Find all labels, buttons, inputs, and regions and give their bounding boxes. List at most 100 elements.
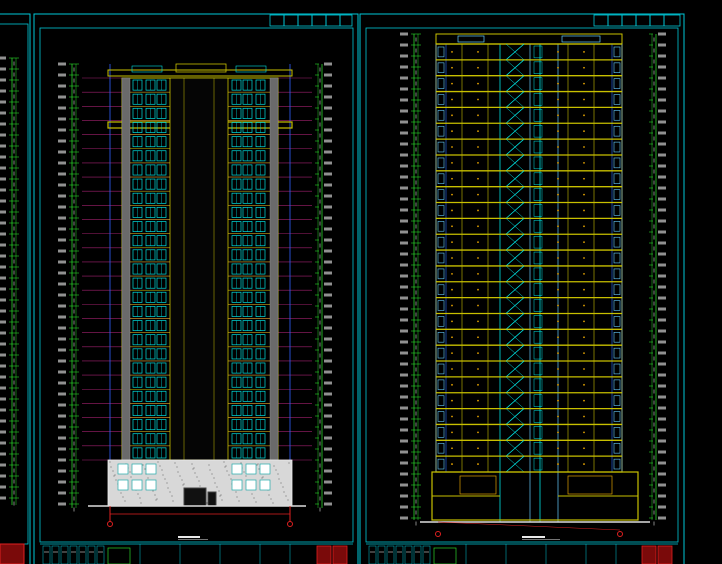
dimension-label [58, 392, 66, 396]
dimension-label [0, 276, 6, 280]
stone-speckle [287, 499, 289, 501]
dimension-label [658, 230, 666, 234]
stone-speckle [172, 500, 174, 502]
title-block-cell [60, 545, 69, 564]
dimension-label [658, 109, 666, 113]
elevator-door [533, 426, 543, 439]
dimension-label [0, 441, 6, 445]
podium-window [117, 479, 129, 491]
room-tag [583, 463, 585, 465]
elevator-door [533, 346, 543, 360]
elevation-title-tag [269, 14, 353, 27]
dimension-label [0, 353, 6, 357]
side-wall-hatch [269, 77, 279, 461]
window-cut [437, 189, 445, 200]
dimension-label [58, 436, 66, 440]
dimension-label [658, 54, 666, 58]
elevator-door [533, 331, 543, 344]
dimension-label [58, 425, 66, 429]
room-tag [583, 193, 585, 196]
podium-window [131, 463, 143, 475]
dimension-label [658, 296, 666, 300]
side-wall-hatch [121, 77, 131, 461]
room-tag [451, 431, 453, 434]
dimension-label [324, 370, 332, 374]
dimension-label [0, 67, 6, 71]
section-left-dimension-column [400, 32, 421, 526]
elevation-left-dimension-column [58, 62, 79, 512]
window-cut [437, 427, 445, 438]
window-cut [437, 252, 445, 264]
room-tag [583, 304, 585, 307]
title-block-stamp [316, 545, 332, 564]
dimension-label [0, 243, 6, 247]
stone-speckle [245, 475, 247, 477]
dimension-label [0, 364, 6, 368]
stone-speckle [162, 474, 164, 476]
dimension-label [400, 175, 408, 179]
dimension-label [400, 164, 408, 168]
room-tag [583, 82, 585, 85]
dimension-label [0, 287, 6, 291]
window-cut [613, 427, 621, 438]
room-tag [477, 209, 479, 212]
dimension-label [324, 172, 332, 176]
dimension-label [58, 480, 66, 484]
dimension-label [58, 128, 66, 132]
stone-speckle [268, 494, 270, 496]
dimension-label [0, 122, 6, 126]
dimension-label [400, 483, 408, 487]
dimension-label [658, 153, 666, 157]
room-tag [477, 257, 479, 259]
window-cut [613, 458, 621, 470]
dimension-label [658, 505, 666, 509]
elevation-caption [178, 536, 208, 540]
dimension-label [0, 463, 6, 467]
dimension-label [658, 208, 666, 212]
window-cut [613, 300, 621, 311]
stone-speckle [256, 464, 258, 466]
dimension-label [0, 408, 6, 412]
window-cut [437, 347, 445, 359]
stone-speckle [255, 501, 257, 503]
elevation-right-dimension-column [315, 62, 332, 512]
stone-speckle [169, 491, 171, 493]
stone-speckle [157, 461, 159, 463]
roof-detail [235, 65, 267, 73]
dimension-label [658, 362, 666, 366]
room-tag [477, 415, 479, 418]
room-tag [557, 66, 559, 69]
stone-speckle [174, 462, 176, 464]
stone-speckle [110, 466, 112, 468]
dimension-label [324, 194, 332, 198]
room-tag [477, 463, 479, 465]
podium-window [231, 479, 243, 491]
dimension-label [58, 238, 66, 242]
dimension-label [658, 406, 666, 410]
roof-parapet [435, 33, 623, 45]
dimension-label [324, 304, 332, 308]
window-cut [613, 347, 621, 359]
stone-speckle [177, 471, 179, 473]
window-cut [437, 411, 445, 422]
dimension-label [400, 120, 408, 124]
stone-speckle [179, 475, 181, 477]
dimension-label [400, 186, 408, 190]
room-tag [477, 272, 479, 275]
window-cut [613, 78, 621, 89]
stone-speckle [115, 479, 117, 481]
window-cut [437, 110, 445, 121]
dimension-label [58, 502, 66, 506]
dimension-label [324, 271, 332, 275]
elevator-door [533, 315, 543, 328]
dimension-label [58, 271, 66, 275]
dimension-label [0, 320, 6, 324]
dimension-label [324, 480, 332, 484]
dimension-label [324, 359, 332, 363]
room-tag [477, 146, 479, 148]
dimension-label [658, 318, 666, 322]
dimension-label [0, 430, 6, 434]
dimension-label [58, 139, 66, 143]
room-tag [477, 98, 479, 101]
stone-speckle [226, 470, 228, 472]
